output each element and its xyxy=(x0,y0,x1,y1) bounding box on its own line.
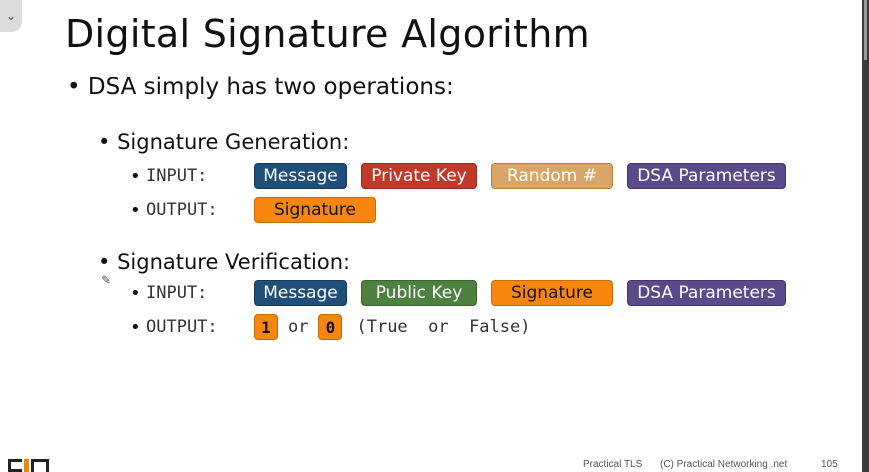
footer-copyright: (C) Practical Networking .net xyxy=(660,459,788,470)
dsa-parameters-box: DSA Parameters xyxy=(627,163,786,189)
bullet-glyph: • xyxy=(130,165,141,187)
footer-course: Practical TLS xyxy=(583,459,643,470)
collapse-button[interactable]: ⌄ xyxy=(0,0,22,32)
bullet-glyph: • xyxy=(130,199,141,221)
message-box: Message xyxy=(254,163,347,189)
footer-page-number: 105 xyxy=(821,459,838,470)
input-label: INPUT: xyxy=(146,283,208,303)
generation-input-row: • INPUT: Message Private Key Random # DS… xyxy=(130,162,800,190)
slide-title: Digital Signature Algorithm xyxy=(65,12,590,56)
generation-heading: • Signature Generation: xyxy=(98,130,349,154)
generation-output-row: • OUTPUT: Signature xyxy=(130,196,390,224)
practical-networking-logo xyxy=(8,456,52,472)
public-key-box: Public Key xyxy=(361,280,477,306)
bullet-glyph: • xyxy=(98,250,111,274)
bullet-glyph: • xyxy=(67,74,81,100)
verification-output-row: • OUTPUT: 1 or 0 (True or False) xyxy=(130,313,530,341)
bullet-glyph: • xyxy=(130,316,141,338)
main-bullet-text: DSA simply has two operations: xyxy=(87,74,454,100)
pencil-icon: ✎ xyxy=(101,273,112,287)
chevron-down-icon: ⌄ xyxy=(5,9,17,23)
signature-box: Signature xyxy=(491,280,613,306)
true-false-note: (True or False) xyxy=(356,317,531,337)
output-label: OUTPUT: xyxy=(146,200,218,220)
output-zero-box: 0 xyxy=(318,314,343,340)
generation-heading-text: Signature Generation: xyxy=(117,130,350,154)
main-bullet: • DSA simply has two operations: xyxy=(67,74,454,100)
private-key-box: Private Key xyxy=(361,163,477,189)
signature-box: Signature xyxy=(254,197,376,223)
random-box: Random # xyxy=(491,163,613,189)
bullet-glyph: • xyxy=(98,130,111,154)
output-or-text: or xyxy=(288,317,309,337)
slide: ⌄ Digital Signature Algorithm • DSA simp… xyxy=(0,0,862,472)
scrollbar[interactable] xyxy=(862,0,869,472)
message-box: Message xyxy=(254,280,347,306)
dsa-parameters-box: DSA Parameters xyxy=(627,280,786,306)
output-label: OUTPUT: xyxy=(146,317,218,337)
bullet-glyph: • xyxy=(130,282,141,304)
input-label: INPUT: xyxy=(146,166,208,186)
verification-heading: • Signature Verification: xyxy=(98,250,350,274)
verification-heading-text: Signature Verification: xyxy=(117,250,351,274)
output-one-box: 1 xyxy=(254,314,278,340)
verification-input-row: • INPUT: Message Public Key Signature DS… xyxy=(130,279,800,307)
